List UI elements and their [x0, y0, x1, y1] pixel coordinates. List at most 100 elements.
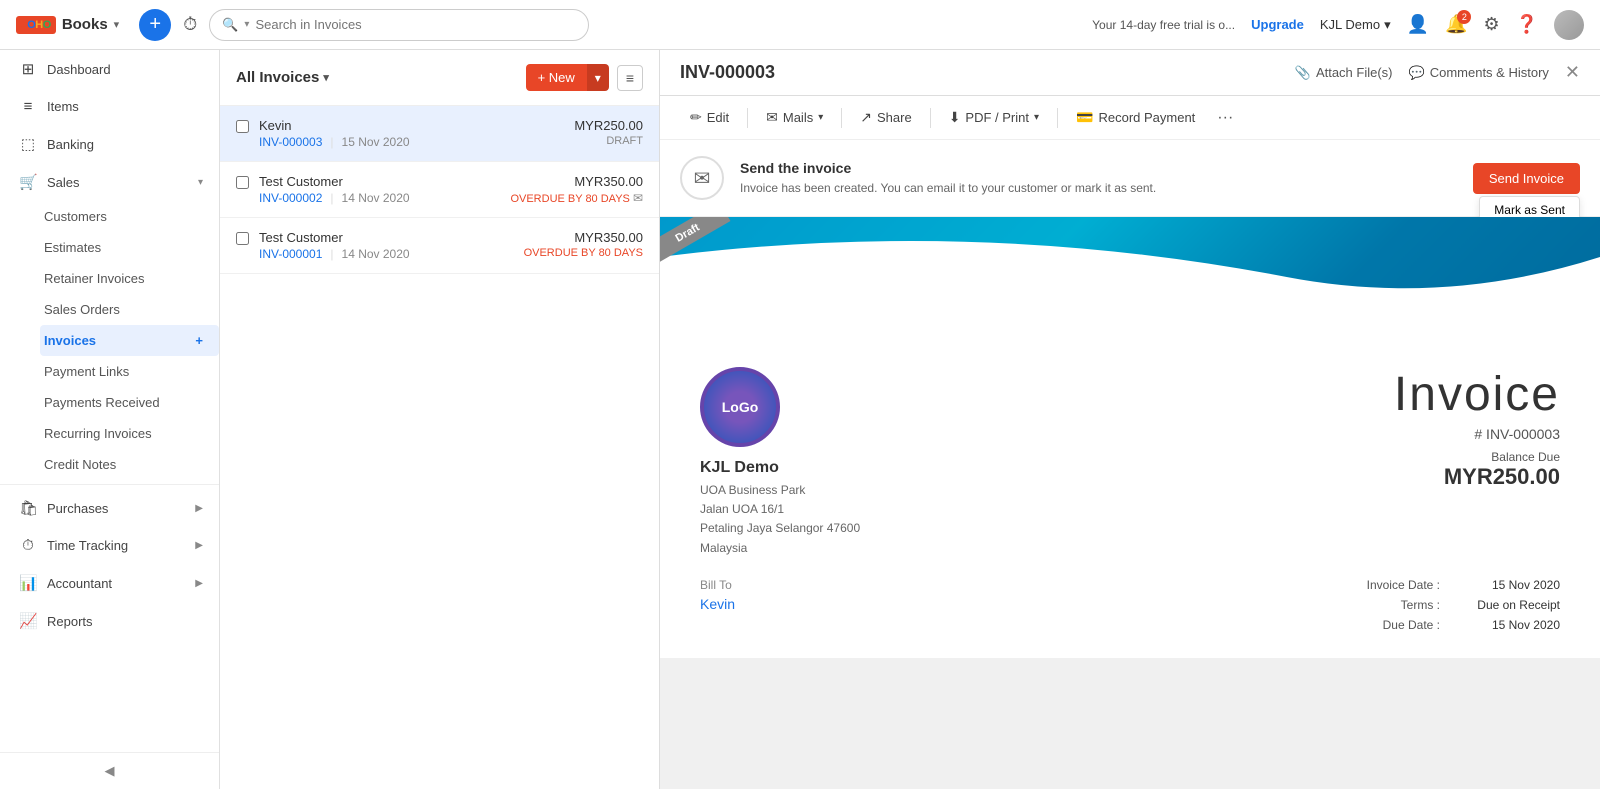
invoice-right: MYR350.00 OVERDUE BY 80 DAYS [524, 230, 643, 259]
new-invoice-dropdown-button[interactable]: ▾ [587, 64, 609, 91]
upgrade-link[interactable]: Upgrade [1251, 17, 1304, 32]
app-name: Books [62, 16, 108, 33]
search-caret[interactable]: ▾ [244, 19, 249, 30]
mails-button[interactable]: ✉ Mails ▾ [756, 104, 833, 131]
sidebar-item-accountant[interactable]: 📊 Accountant ▶ [0, 564, 219, 602]
invoice-left: LoGo KJL Demo UOA Business Park Jalan UO… [700, 367, 860, 558]
invoices-add-icon[interactable]: + [195, 333, 203, 348]
app-logo[interactable]: ZOHO Books ▾ [16, 16, 119, 34]
comments-history-button[interactable]: 💬 Comments & History [1409, 65, 1549, 81]
global-create-button[interactable]: + [139, 9, 171, 41]
settings-icon[interactable]: ⚙ [1483, 14, 1499, 35]
comments-label: Comments & History [1430, 65, 1549, 80]
notifications-icon[interactable]: 🔔 2 [1445, 14, 1467, 35]
invoice-number[interactable]: INV-000003 [259, 135, 322, 149]
org-name: KJL Demo [1320, 17, 1380, 32]
sidebar-item-estimates[interactable]: Estimates [44, 232, 219, 263]
send-invoice-button[interactable]: Send Invoice [1473, 163, 1580, 194]
sidebar-item-invoices[interactable]: Invoices + [40, 325, 219, 356]
terms-label: Terms : [1401, 598, 1440, 612]
purchases-icon: 🛍 [19, 499, 37, 517]
table-row[interactable]: Test Customer INV-000002 | 14 Nov 2020 M… [220, 162, 659, 218]
new-button-group: + New ▾ [526, 64, 609, 91]
invoice-detail-title: INV-000003 [680, 62, 775, 83]
sidebar-item-retainer-invoices[interactable]: Retainer Invoices [44, 263, 219, 294]
reports-icon: 📈 [19, 612, 37, 630]
sidebar-item-sales[interactable]: 🛒 Sales ▾ [0, 163, 219, 201]
sales-icon: 🛒 [19, 173, 37, 191]
list-header: All Invoices ▾ + New ▾ ≡ [220, 50, 659, 106]
share-icon: ↗ [860, 109, 872, 126]
sidebar-item-credit-notes[interactable]: Credit Notes [44, 449, 219, 480]
invoice-checkbox[interactable] [236, 120, 249, 133]
sidebar-item-customers[interactable]: Customers [44, 201, 219, 232]
sidebar-item-label: Banking [47, 137, 203, 152]
send-banner-description: Invoice has been created. You can email … [740, 180, 1457, 197]
invoices-label: Invoices [44, 333, 96, 348]
terms-row: Terms : Due on Receipt [1367, 598, 1560, 612]
sales-orders-label: Sales Orders [44, 302, 120, 317]
table-row[interactable]: Kevin INV-000003 | 15 Nov 2020 MYR250.00… [220, 106, 659, 162]
search-input[interactable] [255, 17, 576, 32]
invoice-amount: MYR350.00 [524, 230, 643, 245]
new-invoice-button[interactable]: + New [526, 64, 587, 91]
more-actions-button[interactable]: ··· [1209, 105, 1241, 131]
detail-panel: INV-000003 📎 Attach File(s) 💬 Comments &… [660, 50, 1600, 789]
detail-header-actions: 📎 Attach File(s) 💬 Comments & History ✕ [1295, 62, 1580, 83]
invoice-banner: Draft [660, 217, 1600, 347]
table-row[interactable]: Test Customer INV-000001 | 14 Nov 2020 M… [220, 218, 659, 274]
contacts-icon[interactable]: 👤 [1407, 14, 1429, 35]
invoice-list-panel: All Invoices ▾ + New ▾ ≡ Kevin INV-00000… [220, 50, 660, 789]
bill-to-name[interactable]: Kevin [700, 596, 735, 612]
mail-icon: ✉ [633, 191, 643, 205]
bill-to-section: Bill To Kevin [700, 578, 735, 638]
attach-label: Attach File(s) [1316, 65, 1393, 80]
collapse-icon: ◀ [105, 763, 115, 779]
invoice-bill-section: Bill To Kevin Invoice Date : 15 Nov 2020… [700, 578, 1560, 638]
sidebar-item-dashboard[interactable]: ⊞ Dashboard [0, 50, 219, 88]
sidebar-item-sales-orders[interactable]: Sales Orders [44, 294, 219, 325]
sales-caret-icon: ▾ [198, 177, 203, 188]
invoice-right: MYR250.00 DRAFT [574, 118, 643, 147]
pdf-print-button[interactable]: ⬇ PDF / Print ▾ [939, 104, 1049, 131]
sidebar-item-banking[interactable]: ⬚ Banking [0, 125, 219, 163]
share-button[interactable]: ↗ Share [850, 104, 921, 131]
history-button[interactable]: ⏱ [183, 14, 197, 35]
app-dropdown-caret[interactable]: ▾ [114, 18, 120, 31]
attach-files-button[interactable]: 📎 Attach File(s) [1295, 65, 1393, 81]
sidebar-item-label: Purchases [47, 501, 185, 516]
sidebar-item-purchases[interactable]: 🛍 Purchases ▶ [0, 489, 219, 527]
sidebar-item-payments-received[interactable]: Payments Received [44, 387, 219, 418]
sidebar-item-time-tracking[interactable]: ⏱ Time Tracking ▶ [0, 527, 219, 564]
invoice-date: 14 Nov 2020 [342, 247, 410, 261]
terms-value: Due on Receipt [1460, 598, 1560, 612]
edit-button[interactable]: ✏ Edit [680, 104, 739, 131]
sales-submenu: Customers Estimates Retainer Invoices Sa… [0, 201, 219, 480]
invoice-checkbox[interactable] [236, 176, 249, 189]
list-title-caret-icon[interactable]: ▾ [323, 71, 329, 84]
invoice-customer: Test Customer [259, 174, 500, 189]
list-title[interactable]: All Invoices ▾ [236, 69, 329, 86]
company-logo: LoGo [700, 367, 780, 447]
org-selector[interactable]: KJL Demo ▾ [1320, 17, 1391, 33]
invoice-info: Test Customer INV-000001 | 14 Nov 2020 [259, 230, 514, 261]
mail-icon: ✉ [766, 109, 778, 126]
close-detail-button[interactable]: ✕ [1565, 62, 1580, 83]
due-date-row: Due Date : 15 Nov 2020 [1367, 618, 1560, 632]
sidebar-item-payment-links[interactable]: Payment Links [44, 356, 219, 387]
list-actions: + New ▾ ≡ [526, 64, 643, 91]
invoice-checkbox[interactable] [236, 232, 249, 245]
sidebar-item-reports[interactable]: 📈 Reports [0, 602, 219, 640]
search-bar[interactable]: 🔍 ▾ [209, 9, 589, 41]
record-payment-button[interactable]: 💳 Record Payment [1066, 104, 1205, 131]
sidebar-item-recurring-invoices[interactable]: Recurring Invoices [44, 418, 219, 449]
avatar[interactable] [1554, 10, 1584, 40]
sidebar-collapse-button[interactable]: ◀ [0, 752, 219, 789]
invoice-number[interactable]: INV-000002 [259, 191, 322, 205]
invoice-number[interactable]: INV-000001 [259, 247, 322, 261]
list-title-text: All Invoices [236, 69, 319, 86]
time-tracking-icon: ⏱ [19, 537, 37, 554]
list-menu-button[interactable]: ≡ [617, 65, 643, 91]
help-icon[interactable]: ❓ [1516, 14, 1538, 35]
sidebar-item-items[interactable]: ≡ Items [0, 88, 219, 125]
